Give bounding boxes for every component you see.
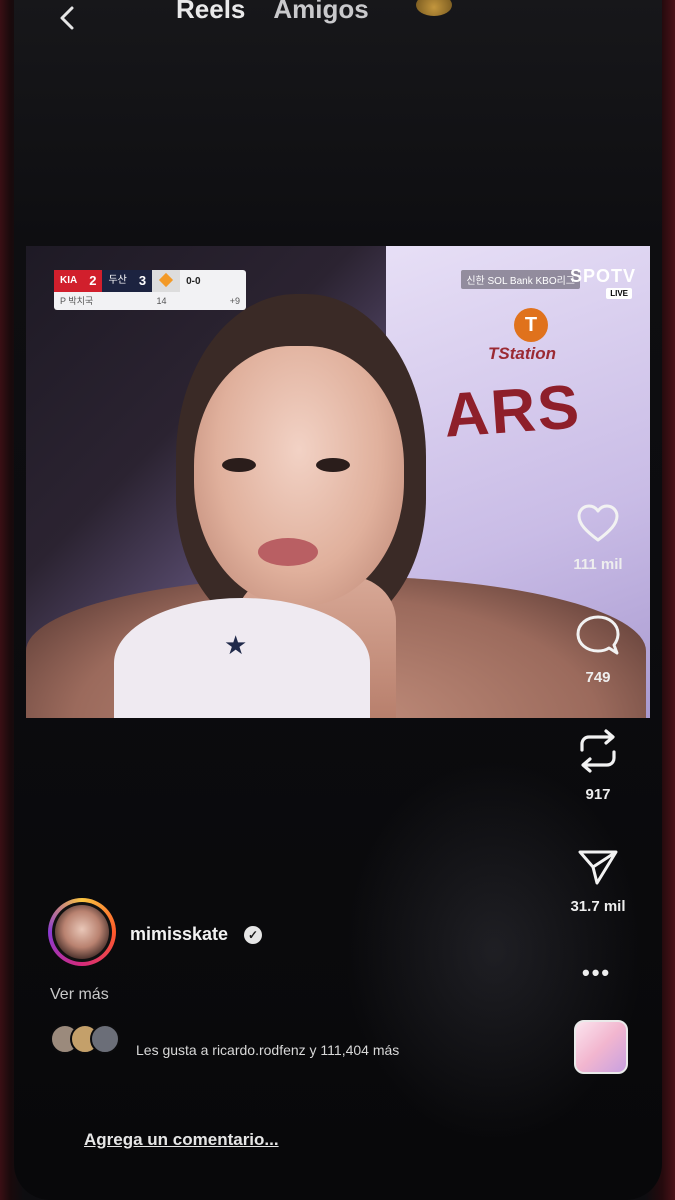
cap-star-icon: ★	[224, 630, 248, 660]
comment-count: 749	[585, 669, 611, 686]
repost-action[interactable]: 917	[568, 728, 628, 803]
channel-logo: SPOTV	[569, 266, 636, 286]
jersey-logo-icon: T	[514, 308, 548, 342]
pitch-count: 14	[156, 296, 167, 306]
person-face	[194, 346, 404, 606]
see-more-link[interactable]: Ver más	[50, 986, 109, 1004]
repost-icon[interactable]	[576, 728, 620, 774]
inning: +9	[229, 296, 240, 306]
scoreboard: KIA 2 두산 3 0-0 P 박치국 14 +9	[54, 270, 246, 310]
share-count: 31.7 mil	[570, 898, 626, 915]
add-comment-input[interactable]: Agrega un comentario...	[84, 1130, 279, 1150]
broadcaster-label: 신한 SOL Bank KBO리그	[461, 270, 580, 289]
jersey-lettering: ARS	[441, 372, 584, 451]
liker-avatars[interactable]	[50, 1024, 130, 1054]
team1-name: KIA	[54, 270, 84, 292]
liker-avatar	[90, 1024, 120, 1054]
ball-strike-count: 0-0	[186, 275, 201, 287]
jersey-brand: TStation	[488, 344, 556, 363]
screen-glare	[344, 760, 644, 1140]
username[interactable]: mimisskate	[130, 924, 228, 945]
team1-score: 2	[83, 270, 103, 292]
heart-icon[interactable]	[576, 504, 620, 544]
header: Reels Amigos	[14, 0, 662, 40]
reel-video[interactable]: T TStation ARS ★ KIA 2 두산 3 0-0 P 박치국 14…	[26, 246, 650, 718]
eye-right	[316, 458, 350, 472]
eye-left	[222, 458, 256, 472]
like-count: 111 mil	[573, 556, 623, 573]
tab-amigos[interactable]: Amigos	[273, 0, 368, 25]
pitcher-label: P 박치국	[60, 296, 94, 306]
team2-score: 3	[132, 270, 153, 292]
send-icon[interactable]	[577, 848, 619, 886]
comment-icon[interactable]	[576, 615, 620, 657]
more-options-icon[interactable]: •••	[582, 960, 611, 986]
verified-badge-icon: ✓	[244, 926, 262, 944]
team2-name: 두산	[102, 270, 133, 292]
back-arrow-icon[interactable]	[54, 4, 82, 32]
lips	[258, 538, 318, 566]
comment-action[interactable]: 749	[568, 615, 628, 686]
like-action[interactable]: 111 mil	[568, 504, 628, 573]
tab-bar: Reels Amigos	[176, 0, 369, 25]
reels-screen: Reels Amigos T TStation ARS ★ KIA 2 두산 3…	[14, 0, 662, 1200]
audio-thumbnail[interactable]	[574, 1020, 628, 1074]
avatar[interactable]	[55, 905, 109, 959]
tab-reels[interactable]: Reels	[176, 0, 245, 25]
share-action[interactable]: 31.7 mil	[568, 848, 628, 915]
friends-avatars-icon	[416, 0, 452, 16]
repost-count: 917	[585, 786, 611, 803]
live-badge: LIVE	[606, 288, 632, 299]
likes-summary[interactable]: Les gusta a ricardo.rodfenz y 111,404 má…	[136, 1042, 399, 1058]
bases-icon	[152, 270, 181, 292]
